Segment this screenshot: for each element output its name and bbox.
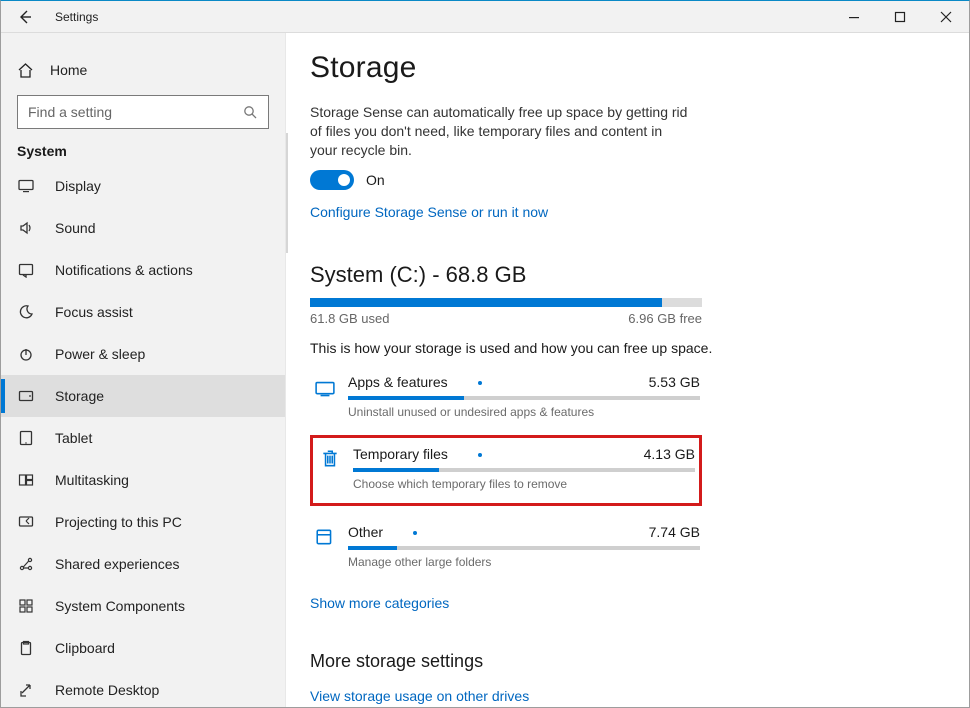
minimize-icon — [848, 11, 860, 23]
section-heading: System — [1, 143, 285, 159]
moon-icon — [17, 303, 35, 321]
power-icon — [17, 345, 35, 363]
titlebar: Settings — [1, 1, 969, 33]
storage-sense-desc: Storage Sense can automatically free up … — [310, 103, 690, 160]
project-icon — [17, 513, 35, 531]
minimize-button[interactable] — [831, 1, 877, 33]
toggle-label: On — [366, 172, 385, 188]
category-apps-features[interactable]: Apps & features 5.53 GB Uninstall unused … — [310, 370, 702, 425]
category-size: 5.53 GB — [649, 374, 700, 390]
more-link-0[interactable]: View storage usage on other drives — [310, 688, 929, 704]
maximize-button[interactable] — [877, 1, 923, 33]
drive-title: System (C:) - 68.8 GB — [310, 262, 929, 288]
drive-usage-fill — [310, 298, 662, 307]
drive-usage-bar — [310, 298, 702, 307]
category-temporary-files[interactable]: Temporary files 4.13 GB Choose which temp… — [310, 435, 702, 506]
search-placeholder: Find a setting — [28, 104, 243, 120]
category-size: 4.13 GB — [644, 446, 695, 462]
sidebar-item-label: Sound — [55, 220, 95, 236]
sidebar: Home Find a setting System Display Sound N… — [1, 33, 286, 707]
sidebar-item-notifications-actions[interactable]: Notifications & actions — [1, 249, 285, 291]
category-name: Apps & features — [348, 374, 482, 390]
sidebar-item-label: Focus assist — [55, 304, 133, 320]
multitask-icon — [17, 471, 35, 489]
category-sub: Choose which temporary files to remove — [353, 477, 695, 491]
sidebar-item-system-components[interactable]: System Components — [1, 585, 285, 627]
category-sub: Manage other large folders — [348, 555, 700, 569]
components-icon — [17, 597, 35, 615]
sidebar-item-label: Storage — [55, 388, 104, 404]
sound-icon — [17, 219, 35, 237]
category-bar — [353, 468, 695, 472]
sidebar-item-label: Multitasking — [55, 472, 129, 488]
configure-link[interactable]: Configure Storage Sense or run it now — [310, 204, 929, 220]
tablet-icon — [17, 429, 35, 447]
storage-sense-toggle[interactable] — [310, 170, 354, 190]
remote-icon — [17, 681, 35, 699]
sidebar-item-power-sleep[interactable]: Power & sleep — [1, 333, 285, 375]
apps-icon — [312, 374, 338, 400]
home-button[interactable]: Home — [1, 49, 285, 91]
category-sub: Uninstall unused or undesired apps & fea… — [348, 405, 700, 419]
category-size: 7.74 GB — [649, 524, 700, 540]
home-label: Home — [50, 62, 87, 78]
category-bar — [348, 546, 700, 550]
arrow-left-icon — [17, 9, 33, 25]
category-name: Temporary files — [353, 446, 482, 462]
home-icon — [17, 62, 34, 79]
sidebar-item-label: Remote Desktop — [55, 682, 159, 698]
sidebar-item-label: Tablet — [55, 430, 92, 446]
sidebar-item-label: Shared experiences — [55, 556, 180, 572]
clipboard-icon — [17, 639, 35, 657]
category-bar — [348, 396, 700, 400]
category-other[interactable]: Other 7.74 GB Manage other large folders — [310, 520, 702, 575]
close-button[interactable] — [923, 1, 969, 33]
more-settings-heading: More storage settings — [310, 651, 929, 672]
trash-icon — [317, 446, 343, 472]
sidebar-item-label: System Components — [55, 598, 185, 614]
shared-icon — [17, 555, 35, 573]
other-icon — [312, 524, 338, 550]
usage-desc: This is how your storage is used and how… — [310, 340, 929, 356]
nav-list: Display Sound Notifications & actions Focus… — [1, 165, 285, 707]
sidebar-item-sound[interactable]: Sound — [1, 207, 285, 249]
close-icon — [940, 11, 952, 23]
sidebar-item-clipboard[interactable]: Clipboard — [1, 627, 285, 669]
sidebar-item-label: Power & sleep — [55, 346, 145, 362]
notifications-icon — [17, 261, 35, 279]
sidebar-item-label: Display — [55, 178, 101, 194]
storage-icon — [17, 387, 35, 405]
categories: Apps & features 5.53 GB Uninstall unused … — [310, 370, 929, 575]
maximize-icon — [894, 11, 906, 23]
free-label: 6.96 GB free — [628, 311, 702, 326]
sidebar-item-storage[interactable]: Storage — [1, 375, 285, 417]
show-more-link[interactable]: Show more categories — [310, 595, 929, 611]
sidebar-item-multitasking[interactable]: Multitasking — [1, 459, 285, 501]
sidebar-item-projecting-to-this-pc[interactable]: Projecting to this PC — [1, 501, 285, 543]
window-title: Settings — [49, 10, 98, 24]
sidebar-item-shared-experiences[interactable]: Shared experiences — [1, 543, 285, 585]
main-content: Storage Storage Sense can automatically … — [286, 33, 969, 707]
category-name: Other — [348, 524, 417, 540]
used-label: 61.8 GB used — [310, 311, 390, 326]
page-title: Storage — [310, 51, 929, 85]
sidebar-item-tablet[interactable]: Tablet — [1, 417, 285, 459]
sidebar-item-display[interactable]: Display — [1, 165, 285, 207]
sidebar-item-label: Clipboard — [55, 640, 115, 656]
search-input[interactable]: Find a setting — [17, 95, 269, 129]
sidebar-item-label: Projecting to this PC — [55, 514, 182, 530]
sidebar-item-label: Notifications & actions — [55, 262, 193, 278]
sidebar-item-focus-assist[interactable]: Focus assist — [1, 291, 285, 333]
search-icon — [243, 105, 258, 120]
sidebar-item-remote-desktop[interactable]: Remote Desktop — [1, 669, 285, 707]
back-button[interactable] — [1, 1, 49, 33]
display-icon — [17, 177, 35, 195]
more-links: View storage usage on other drivesChange… — [310, 688, 929, 707]
